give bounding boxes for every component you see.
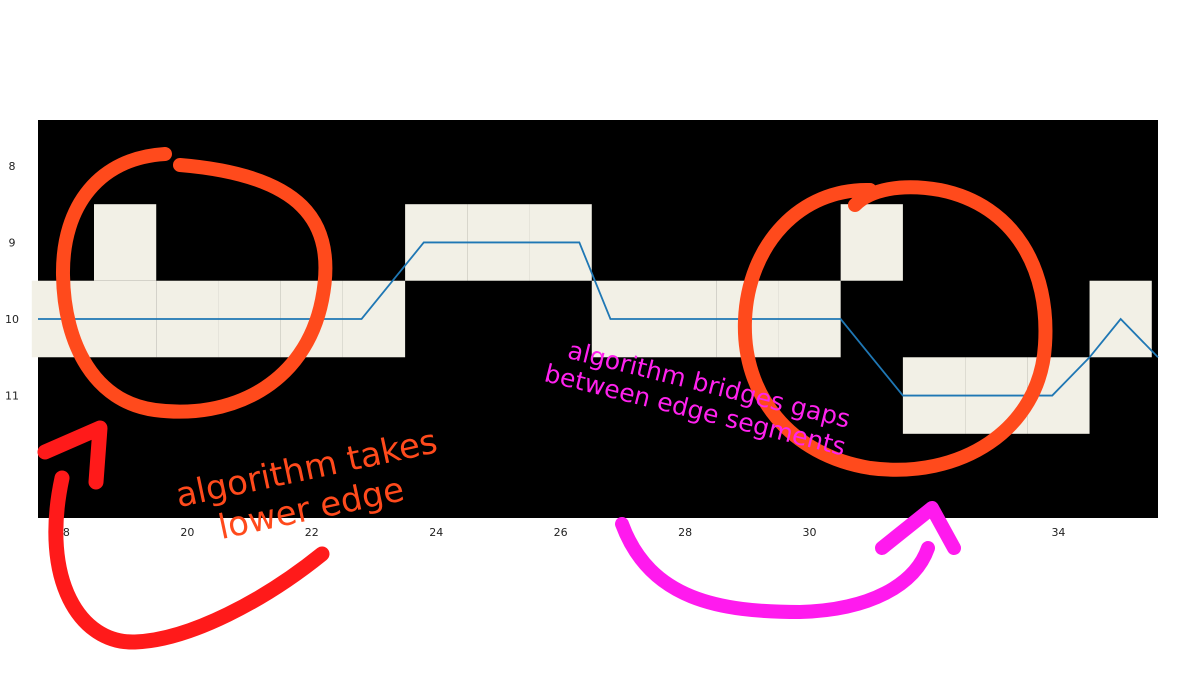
- x-tick-label: 24: [429, 526, 443, 539]
- edge-pixel: [94, 204, 157, 281]
- annotated-chart-photo: 18 20 22 24 26 28 30 34 891011 algorithm takes …: [5, 120, 1159, 650]
- plot-area: [31, 120, 1159, 518]
- y-tick-labels: 8 9 10 11: [5, 160, 19, 403]
- y-tick-label: 9: [9, 236, 16, 249]
- edge-pixel: [840, 204, 903, 281]
- y-tick-label: 8: [9, 160, 16, 173]
- x-tick-label: 34: [1051, 526, 1065, 539]
- x-tick-label: 28: [678, 526, 692, 539]
- x-tick-label: 30: [803, 526, 817, 539]
- x-tick-label: 20: [180, 526, 194, 539]
- y-tick-label: 11: [5, 390, 19, 403]
- magenta-curved-arrow: [615, 501, 961, 619]
- y-tick-label: 10: [5, 313, 19, 326]
- x-tick-label: 26: [554, 526, 568, 539]
